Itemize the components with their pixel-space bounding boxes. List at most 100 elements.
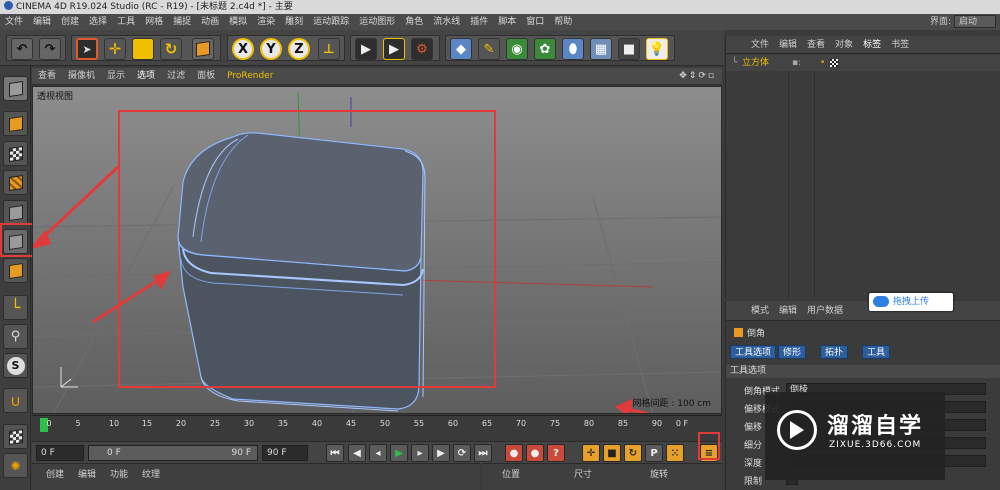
points-mode-icon[interactable] — [3, 200, 28, 225]
tab-topology[interactable]: 拓扑 — [820, 345, 849, 359]
om-menu-view[interactable]: 查看 — [802, 40, 830, 50]
am-menu-user-data[interactable]: 用户数据 — [802, 306, 848, 316]
om-menu-edit[interactable]: 编辑 — [774, 40, 802, 50]
viewport-menu-filter[interactable]: 过滤 — [161, 68, 191, 85]
key-parameter-icon[interactable]: P — [645, 444, 663, 462]
frame-range-slider[interactable]: 0 F 90 F — [88, 445, 258, 461]
menu-help[interactable]: 帮助 — [549, 14, 577, 30]
lock-icon[interactable] — [3, 424, 28, 449]
drag-upload-chip[interactable]: 拖拽上传 — [869, 293, 953, 311]
previous-frame-icon[interactable]: ◂ — [369, 444, 387, 462]
edit-render-settings-icon[interactable]: ⚙ — [411, 38, 433, 60]
cube-primitive-icon[interactable]: ◆ — [450, 38, 472, 60]
workplane-icon[interactable] — [3, 170, 28, 195]
subdivision-icon[interactable]: ◉ — [506, 38, 528, 60]
rotate-icon[interactable]: ↻ — [160, 38, 182, 60]
object-name[interactable]: 立方体 — [742, 55, 769, 71]
viewport-menu-display[interactable]: 显示 — [101, 68, 131, 85]
visibility-toggle-icon[interactable]: ▪: — [792, 55, 801, 71]
z-axis-icon[interactable]: Z — [288, 38, 310, 60]
menu-mograph[interactable]: 运动图形 — [354, 14, 400, 30]
deformer-icon[interactable]: ⬮ — [562, 38, 584, 60]
menu-animate[interactable]: 动画 — [196, 14, 224, 30]
menu-create[interactable]: 创建 — [56, 14, 84, 30]
go-to-start-icon[interactable]: ⏮ — [326, 444, 344, 462]
previous-key-icon[interactable]: ◀ — [348, 444, 366, 462]
current-frame-field[interactable]: 0 F — [36, 445, 84, 461]
light-icon[interactable]: 💡 — [646, 38, 668, 60]
am-menu-mode[interactable]: 模式 — [746, 306, 774, 316]
menu-snap[interactable]: 捕捉 — [168, 14, 196, 30]
menu-script[interactable]: 脚本 — [493, 14, 521, 30]
enable-axis-icon[interactable]: └ — [3, 295, 28, 320]
om-menu-bookmarks[interactable]: 书签 — [886, 40, 914, 50]
render-view-icon[interactable]: ▶ — [355, 38, 377, 60]
viewport-menu-prorender[interactable]: ProRender — [221, 68, 279, 85]
tag-phong-icon[interactable]: • — [820, 55, 825, 71]
y-axis-icon[interactable]: Y — [260, 38, 282, 60]
menu-edit[interactable]: 编辑 — [28, 14, 56, 30]
object-row[interactable]: └ 立方体 ▪: • — [726, 55, 1000, 71]
texture-mode-icon[interactable] — [3, 141, 28, 166]
menu-window[interactable]: 窗口 — [521, 14, 549, 30]
om-menu-objects[interactable]: 对象 — [830, 40, 858, 50]
menu-character[interactable]: 角色 — [400, 14, 428, 30]
viewport-menu-panel[interactable]: 面板 — [191, 68, 221, 85]
camera-icon[interactable]: ■ — [618, 38, 640, 60]
end-frame-field[interactable]: 90 F — [262, 445, 308, 461]
coordinate-system-icon[interactable]: ⊥ — [318, 38, 340, 60]
menu-simulate[interactable]: 模拟 — [224, 14, 252, 30]
key-position-icon[interactable]: ✛ — [582, 444, 600, 462]
am-menu-edit[interactable]: 编辑 — [774, 306, 802, 316]
keyframe-selection-icon[interactable]: ? — [547, 444, 565, 462]
workplane-lock-icon[interactable]: ✺ — [3, 453, 28, 478]
layout-select[interactable]: 启动 — [953, 15, 996, 28]
tweak-icon[interactable]: ⚲ — [3, 324, 28, 349]
key-scale-icon[interactable]: ■ — [603, 444, 621, 462]
menu-file[interactable]: 文件 — [0, 14, 28, 30]
viewport-menu-cameras[interactable]: 摄像机 — [62, 68, 101, 85]
perspective-viewport[interactable]: 透视视图 网格间距 : 100 cm — [32, 86, 722, 414]
scale-icon[interactable] — [132, 38, 154, 60]
menu-select[interactable]: 选择 — [84, 14, 112, 30]
viewport-nav-icons[interactable]: ✥⇕⟳▫ — [679, 68, 716, 85]
om-menu-tags[interactable]: 标签 — [858, 40, 886, 50]
array-icon[interactable]: ✿ — [534, 38, 556, 60]
play-forward-icon[interactable]: ▶ — [390, 444, 408, 462]
move-icon[interactable]: ✛ — [104, 38, 126, 60]
menu-mesh[interactable]: 网格 — [140, 14, 168, 30]
key-rotation-icon[interactable]: ↻ — [624, 444, 642, 462]
material-menu-texture[interactable]: 纹理 — [135, 464, 167, 486]
material-menu-function[interactable]: 功能 — [103, 464, 135, 486]
live-select-icon[interactable]: ➤ — [76, 38, 98, 60]
menu-motion-tracker[interactable]: 运动跟踪 — [308, 14, 354, 30]
snap-icon[interactable]: S — [3, 353, 28, 378]
om-menu-file[interactable]: 文件 — [746, 40, 774, 50]
next-frame-icon[interactable]: ▸ — [411, 444, 429, 462]
polygons-mode-icon[interactable] — [3, 258, 28, 283]
tab-tool-options[interactable]: 工具选项 — [730, 345, 777, 359]
menu-plugins[interactable]: 插件 — [465, 14, 493, 30]
loop-icon[interactable]: ⟳ — [453, 444, 471, 462]
timeline-ruler[interactable]: 0 5 10 15 20 25 30 35 40 45 50 55 60 65 … — [32, 415, 722, 441]
tab-tool[interactable]: 工具 — [862, 345, 891, 359]
tag-material-icon[interactable] — [830, 59, 838, 67]
viewport-menu-view[interactable]: 查看 — [32, 68, 62, 85]
material-menu-edit[interactable]: 编辑 — [71, 464, 103, 486]
floor-icon[interactable]: ▦ — [590, 38, 612, 60]
undo-icon[interactable]: ↶ — [11, 38, 33, 60]
rounded-cube[interactable] — [177, 132, 426, 412]
render-picture-viewer-icon[interactable]: ▶ — [383, 38, 405, 60]
material-menu-create[interactable]: 创建 — [32, 464, 71, 486]
model-mode-icon[interactable] — [3, 111, 28, 136]
pen-spline-icon[interactable]: ✎ — [478, 38, 500, 60]
key-pla-icon[interactable]: ⁙ — [666, 444, 684, 462]
magnet-icon[interactable]: ∪ — [3, 388, 28, 413]
recent-tools-icon[interactable] — [192, 38, 214, 60]
menu-tools[interactable]: 工具 — [112, 14, 140, 30]
autokey-icon[interactable]: ● — [526, 444, 544, 462]
menu-sculpt[interactable]: 雕刻 — [280, 14, 308, 30]
redo-icon[interactable]: ↷ — [39, 38, 61, 60]
x-axis-icon[interactable]: X — [232, 38, 254, 60]
tab-shaping[interactable]: 修形 — [778, 345, 807, 359]
